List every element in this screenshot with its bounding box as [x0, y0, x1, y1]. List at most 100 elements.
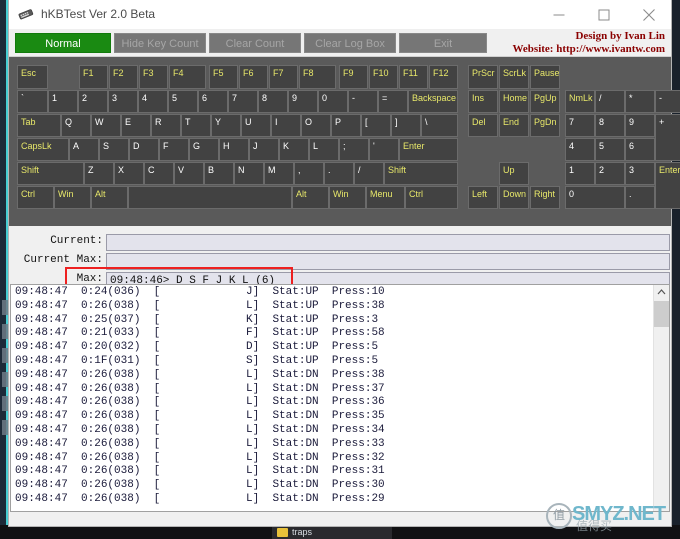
key-lbracket[interactable]: [: [361, 114, 391, 137]
key-home[interactable]: Home: [499, 90, 529, 113]
title-bar[interactable]: hKBTest Ver 2.0 Beta: [9, 0, 671, 30]
log-box[interactable]: 09:48:47 0:24(036) [ J] Stat:UP Press:10…: [10, 284, 670, 512]
key-g[interactable]: G: [189, 138, 219, 161]
key-slash[interactable]: /: [354, 162, 384, 185]
key-0[interactable]: 0: [565, 186, 625, 209]
key-right[interactable]: Right: [530, 186, 560, 209]
key-f2[interactable]: F2: [109, 65, 138, 89]
key-f7[interactable]: F7: [269, 65, 298, 89]
key-l[interactable]: L: [309, 138, 339, 161]
key-esc[interactable]: Esc: [17, 65, 48, 89]
key-enter[interactable]: Enter: [655, 162, 680, 209]
scroll-up-arrow-icon[interactable]: [654, 285, 669, 300]
key-period[interactable]: .: [625, 186, 655, 209]
key-del[interactable]: Del: [468, 114, 498, 137]
key-minus[interactable]: -: [348, 90, 378, 113]
key-f4[interactable]: F4: [169, 65, 206, 89]
key-backtick[interactable]: `: [17, 90, 48, 113]
scrollbar-track[interactable]: [654, 300, 669, 511]
key-f3[interactable]: F3: [139, 65, 168, 89]
key-backslash[interactable]: \: [421, 114, 458, 137]
key-h[interactable]: H: [219, 138, 249, 161]
key-f[interactable]: F: [159, 138, 189, 161]
key-y[interactable]: Y: [211, 114, 241, 137]
key-3[interactable]: 3: [108, 90, 138, 113]
key-7[interactable]: 7: [565, 114, 595, 137]
key-8[interactable]: 8: [258, 90, 288, 113]
key-w[interactable]: W: [91, 114, 121, 137]
key-6[interactable]: 6: [625, 138, 655, 161]
key-scrlk[interactable]: ScrLk: [499, 65, 529, 89]
key-3[interactable]: 3: [625, 162, 655, 185]
key-c[interactable]: C: [144, 162, 174, 185]
key-b[interactable]: B: [204, 162, 234, 185]
key-win[interactable]: Win: [54, 186, 91, 209]
key-q[interactable]: Q: [61, 114, 91, 137]
key-comma[interactable]: ,: [294, 162, 324, 185]
key-f10[interactable]: F10: [369, 65, 398, 89]
stat-field-current[interactable]: [106, 234, 670, 251]
key-rbracket[interactable]: ]: [391, 114, 421, 137]
key-alt[interactable]: Alt: [292, 186, 329, 209]
key-f12[interactable]: F12: [429, 65, 458, 89]
key-slash[interactable]: /: [595, 90, 625, 113]
key-f9[interactable]: F9: [339, 65, 368, 89]
key-n[interactable]: N: [234, 162, 264, 185]
key-space[interactable]: [128, 186, 292, 209]
toolbar-button-hide-key-count[interactable]: Hide Key Count: [114, 33, 206, 53]
key-o[interactable]: O: [301, 114, 331, 137]
key-5[interactable]: 5: [168, 90, 198, 113]
key-minus[interactable]: -: [655, 90, 680, 113]
key-nmlk[interactable]: NmLk: [565, 90, 595, 113]
key-u[interactable]: U: [241, 114, 271, 137]
key-1[interactable]: 1: [565, 162, 595, 185]
scrollbar-thumb[interactable]: [654, 301, 669, 327]
key-7[interactable]: 7: [228, 90, 258, 113]
key-up[interactable]: Up: [499, 162, 529, 185]
key-9[interactable]: 9: [625, 114, 655, 137]
key-pgdn[interactable]: PgDn: [530, 114, 560, 137]
key-f11[interactable]: F11: [399, 65, 428, 89]
key-r[interactable]: R: [151, 114, 181, 137]
key-semicolon[interactable]: ;: [339, 138, 369, 161]
toolbar-button-clear-log-box[interactable]: Clear Log Box: [304, 33, 396, 53]
key-period[interactable]: .: [324, 162, 354, 185]
key-alt[interactable]: Alt: [91, 186, 128, 209]
key-ctrl[interactable]: Ctrl: [405, 186, 458, 209]
key-0[interactable]: 0: [318, 90, 348, 113]
key-5[interactable]: 5: [595, 138, 625, 161]
key-shift[interactable]: Shift: [384, 162, 458, 185]
key-4[interactable]: 4: [565, 138, 595, 161]
key-enter[interactable]: Enter: [399, 138, 458, 161]
key-f8[interactable]: F8: [299, 65, 336, 89]
key-s[interactable]: S: [99, 138, 129, 161]
minimize-button[interactable]: [536, 0, 581, 29]
key-i[interactable]: I: [271, 114, 301, 137]
key-end[interactable]: End: [499, 114, 529, 137]
key-f5[interactable]: F5: [209, 65, 238, 89]
key-win[interactable]: Win: [329, 186, 366, 209]
key-8[interactable]: 8: [595, 114, 625, 137]
key-plus[interactable]: +: [655, 114, 680, 161]
key-a[interactable]: A: [69, 138, 99, 161]
key-m[interactable]: M: [264, 162, 294, 185]
key-ctrl[interactable]: Ctrl: [17, 186, 54, 209]
key-z[interactable]: Z: [84, 162, 114, 185]
key-p[interactable]: P: [331, 114, 361, 137]
key-asterisk[interactable]: *: [625, 90, 655, 113]
key-ins[interactable]: Ins: [468, 90, 498, 113]
key-shift[interactable]: Shift: [17, 162, 84, 185]
key-2[interactable]: 2: [78, 90, 108, 113]
key-pause[interactable]: Pause: [530, 65, 560, 89]
key-equals[interactable]: =: [378, 90, 408, 113]
key-j[interactable]: J: [249, 138, 279, 161]
key-left[interactable]: Left: [468, 186, 498, 209]
key-tab[interactable]: Tab: [17, 114, 61, 137]
key-9[interactable]: 9: [288, 90, 318, 113]
key-backspace[interactable]: Backspace: [408, 90, 458, 113]
key-down[interactable]: Down: [499, 186, 529, 209]
key-t[interactable]: T: [181, 114, 211, 137]
key-d[interactable]: D: [129, 138, 159, 161]
toolbar-button-clear-count[interactable]: Clear Count: [209, 33, 301, 53]
close-icon[interactable]: [626, 0, 671, 29]
